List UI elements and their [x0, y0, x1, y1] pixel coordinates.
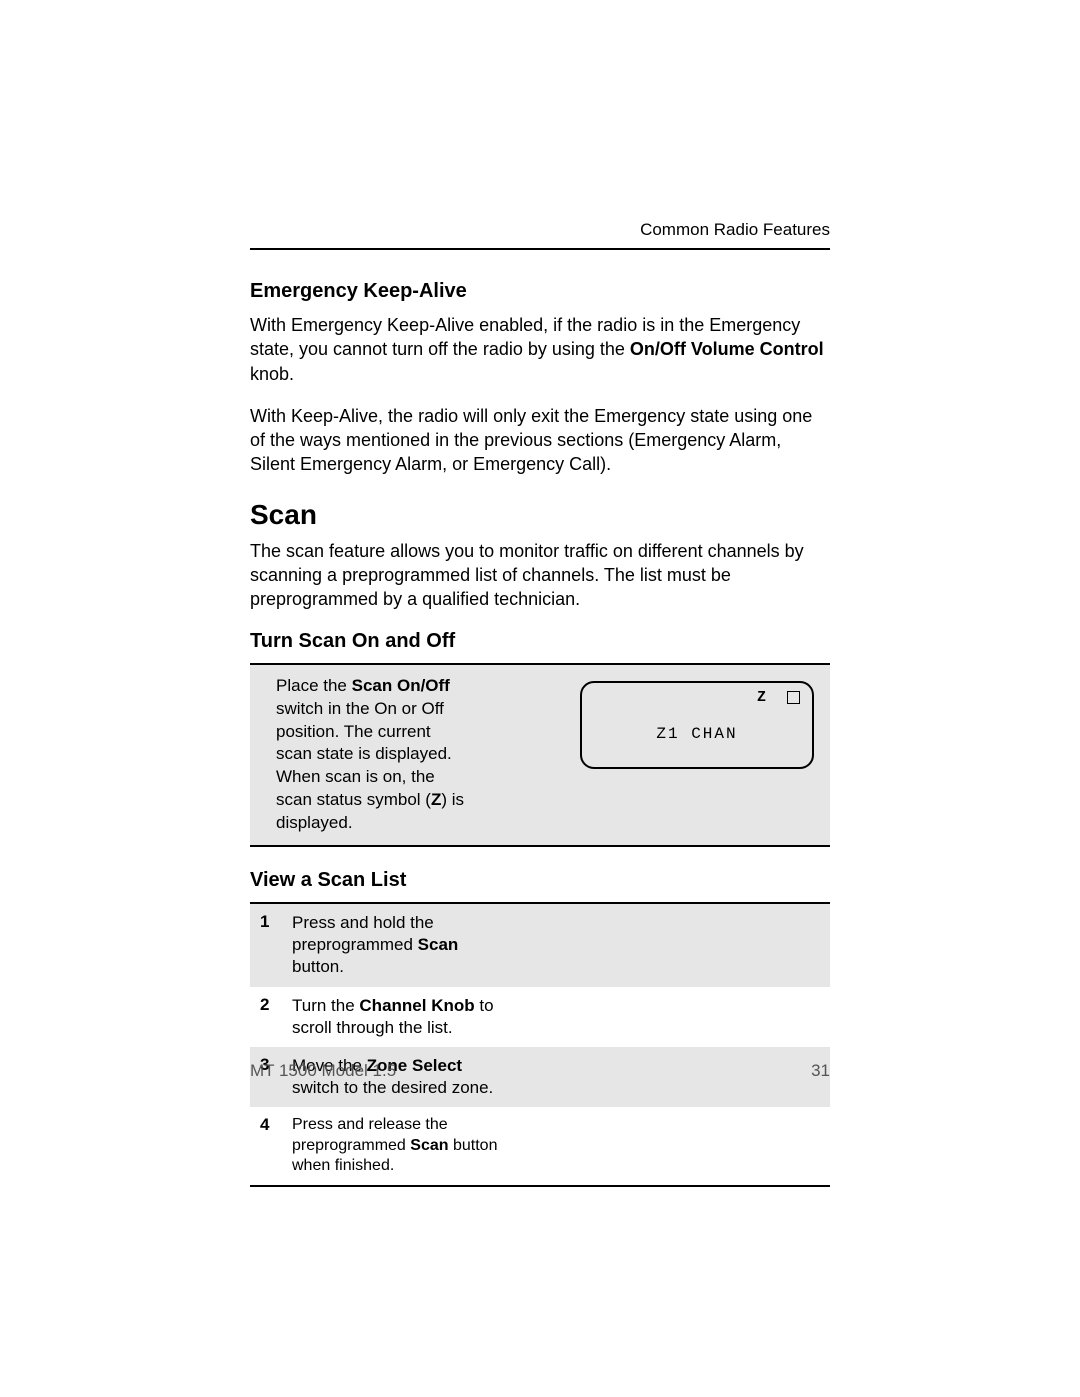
running-head: Common Radio Features — [250, 220, 830, 240]
battery-icon — [787, 691, 800, 704]
step-number: 4 — [250, 1107, 286, 1143]
callout-turn-scan: Place the Scan On/Off switch in the On o… — [250, 663, 830, 848]
text: knob. — [250, 364, 294, 384]
text: switch in the On or Off position. The cu… — [276, 699, 452, 810]
step-body: Press and release the preprogrammed Scan… — [286, 1107, 512, 1185]
bold-text: Scan On/Off — [352, 676, 450, 695]
text: Press and hold the preprogrammed — [292, 913, 434, 954]
step-number: 1 — [250, 904, 286, 940]
paragraph: With Keep-Alive, the radio will only exi… — [250, 404, 830, 477]
scan-icon: Z — [431, 790, 441, 809]
step-row: 2 Turn the Channel Knob to scroll throug… — [250, 987, 830, 1047]
heading-view-scan-list: View a Scan List — [250, 869, 830, 892]
top-rule — [250, 248, 830, 250]
callout-text: Place the Scan On/Off switch in the On o… — [250, 671, 480, 840]
step-row: 4 Press and release the preprogrammed Sc… — [250, 1107, 830, 1185]
document-page: Common Radio Features Emergency Keep-Ali… — [0, 0, 1080, 1397]
heading-emergency-keep-alive: Emergency Keep-Alive — [250, 280, 830, 303]
step-row: 1 Press and hold the preprogrammed Scan … — [250, 904, 830, 986]
bold-text: Scan — [418, 935, 459, 954]
lcd-display: Z Z1 CHAN — [580, 681, 814, 769]
lcd-status-icons: Z — [757, 689, 800, 706]
bold-text: Channel Knob — [359, 996, 474, 1015]
text: Turn the — [292, 996, 359, 1015]
paragraph: The scan feature allows you to monitor t… — [250, 539, 830, 612]
heading-turn-scan: Turn Scan On and Off — [250, 630, 830, 653]
lcd-text: Z1 CHAN — [582, 725, 812, 743]
callout-right: Z Z1 CHAN — [480, 671, 830, 779]
heading-scan: Scan — [250, 499, 830, 531]
callout-row: Place the Scan On/Off switch in the On o… — [250, 671, 830, 840]
paragraph: With Emergency Keep-Alive enabled, if th… — [250, 313, 830, 386]
footer-left: MT 1500 Model 1.5 — [250, 1061, 396, 1081]
bold-text: On/Off Volume Control — [630, 339, 824, 359]
step-body: Press and hold the preprogrammed Scan bu… — [286, 904, 512, 986]
step-number: 2 — [250, 987, 286, 1023]
bold-text: Scan — [410, 1137, 448, 1154]
step-body: Turn the Channel Knob to scroll through … — [286, 987, 512, 1047]
text: Place the — [276, 676, 352, 695]
steps-table: 1 Press and hold the preprogrammed Scan … — [250, 902, 830, 1187]
text: Press — [292, 1116, 337, 1133]
text: button. — [292, 957, 344, 976]
scan-icon: Z — [757, 689, 772, 706]
page-footer: MT 1500 Model 1.5 31 — [250, 1061, 830, 1081]
footer-page-number: 31 — [811, 1061, 830, 1081]
